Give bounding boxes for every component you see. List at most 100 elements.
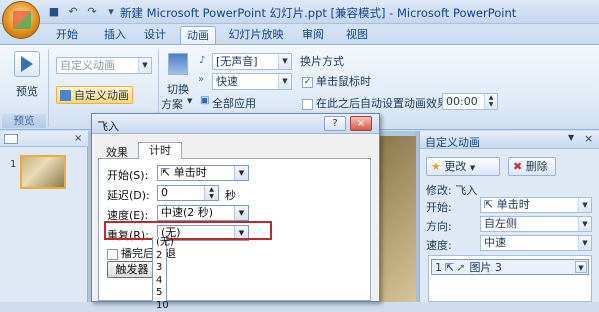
advance-title: 换片方式 xyxy=(300,53,344,69)
preview-group-label: 预览 xyxy=(2,114,46,128)
transition-scheme-icon[interactable] xyxy=(168,53,188,75)
mouse-icon: ⇱ xyxy=(161,166,170,179)
transition-scheme-button[interactable]: 方案 xyxy=(161,96,183,112)
delay-label: 延迟(D): xyxy=(107,187,150,203)
tab-insert[interactable]: 插入 xyxy=(100,26,130,44)
chevron-down-icon: ▼ xyxy=(138,58,151,73)
speed-combo-value: 中速 xyxy=(484,236,506,249)
direction-combo-value: 自左侧 xyxy=(484,217,517,230)
mouse-icon: ⇱ xyxy=(484,198,493,211)
tab-review[interactable]: 审阅 xyxy=(298,26,328,44)
advance-time-input[interactable]: 00:00 ▲▼ xyxy=(442,93,498,110)
speed-combo[interactable]: 中速 ▼ xyxy=(480,235,592,251)
start-combo-value: 单击时 xyxy=(497,198,530,211)
close-button[interactable]: × xyxy=(350,116,372,131)
on-click-checkbox[interactable]: ✓ xyxy=(302,77,313,88)
speed-icon: » xyxy=(198,74,204,85)
slides-tab-icon[interactable] xyxy=(4,134,18,144)
animation-list: 1 ⇱ ➚ 图片 3 ▼ xyxy=(428,255,592,302)
repeat-option[interactable]: 5 xyxy=(153,287,193,300)
chevron-down-icon: ▼ xyxy=(278,74,291,89)
custom-animation-icon xyxy=(60,90,71,101)
mouse-icon: ⇱ xyxy=(445,261,454,274)
rewind-checkbox[interactable] xyxy=(107,249,118,260)
repeat-option[interactable]: 4 xyxy=(153,275,193,288)
preview-button[interactable]: 预览 xyxy=(16,83,38,99)
title-bar: ■ ↶ ↷ ▾ 新建 Microsoft PowerPoint 幻灯片.ppt … xyxy=(0,0,599,24)
office-button[interactable] xyxy=(2,1,40,39)
on-click-option[interactable]: ✓单击鼠标时 xyxy=(302,73,371,89)
start-combo[interactable]: ⇱ 单击时 ▼ xyxy=(480,197,592,213)
animation-list-item[interactable]: 1 ⇱ ➚ 图片 3 ▼ xyxy=(431,259,589,275)
tab-home[interactable]: 开始 xyxy=(52,26,82,44)
dialog-title-bar: 飞入 ? × xyxy=(92,114,379,134)
repeat-dropdown-list: (无) 2 3 4 5 10 xyxy=(152,237,167,302)
start-select-value: 单击时 xyxy=(174,166,207,179)
chevron-down-icon: ▼ xyxy=(234,166,248,180)
apply-all-icon: ▣ xyxy=(200,95,209,106)
chevron-down-icon[interactable]: ▼ xyxy=(575,261,587,273)
quick-access-toolbar: ■ ↶ ↷ ▾ xyxy=(46,3,122,21)
remove-button[interactable]: ✖ 删除 xyxy=(508,157,556,176)
close-icon[interactable]: × xyxy=(584,132,593,145)
tab-view[interactable]: 视图 xyxy=(342,26,372,44)
modify-label: 修改: 飞入 xyxy=(426,182,477,198)
custom-animation-button[interactable]: 自定义动画 xyxy=(56,86,133,104)
group-divider xyxy=(48,49,49,127)
transition-speed-value: 快速 xyxy=(216,75,238,88)
slide-number: 1 xyxy=(10,159,16,170)
auto-advance-checkbox[interactable] xyxy=(302,99,313,110)
fly-in-icon: ➚ xyxy=(456,261,465,274)
advance-time-value: 00:00 xyxy=(446,95,478,108)
close-icon[interactable]: × xyxy=(74,133,82,144)
undo-icon[interactable]: ↶ xyxy=(65,4,81,20)
remove-button-label: 删除 xyxy=(526,160,548,173)
custom-animation-label: 自定义动画 xyxy=(74,87,129,103)
redo-icon[interactable]: ↷ xyxy=(84,4,100,20)
tab-animation[interactable]: 动画 xyxy=(180,26,216,44)
repeat-option[interactable]: 2 xyxy=(153,250,193,263)
apply-all-button[interactable]: 全部应用 xyxy=(212,95,256,111)
auto-advance-label: 在此之后自动设置动画效果: xyxy=(316,97,452,110)
chevron-down-icon: ▼ xyxy=(578,217,591,231)
animation-combo-value: 自定义动画 xyxy=(60,59,115,72)
speed-select[interactable]: 中速(2 秒) ▼ xyxy=(157,205,249,221)
tab-timing[interactable]: 计时 xyxy=(138,142,182,159)
star-icon: ★ xyxy=(431,160,441,173)
thumbnail-panel: × 1 xyxy=(0,131,88,302)
repeat-option[interactable]: (无) xyxy=(153,237,193,250)
office-logo-icon xyxy=(13,11,31,29)
repeat-option[interactable]: 3 xyxy=(153,262,193,275)
chevron-down-icon: ▼ xyxy=(578,236,591,250)
animation-combo[interactable]: 自定义动画 ▼ xyxy=(56,57,152,74)
sound-icon: ♪ xyxy=(199,55,205,66)
thumbnail-tabs: × xyxy=(0,131,88,147)
save-icon[interactable]: ■ xyxy=(46,4,62,20)
delay-input[interactable]: 0 ▲▼ xyxy=(157,185,219,201)
transition-sound-combo[interactable]: [无声音] ▼ xyxy=(212,53,292,70)
spinner-icon[interactable]: ▲▼ xyxy=(204,186,218,200)
task-pane-title: 自定义动画 xyxy=(425,134,480,150)
spinner-icon[interactable]: ▲▼ xyxy=(484,94,497,109)
auto-advance-option[interactable]: 在此之后自动设置动画效果: xyxy=(302,95,452,111)
tab-slideshow[interactable]: 幻灯片放映 xyxy=(226,26,286,44)
help-button[interactable]: ? xyxy=(324,116,346,131)
start-select[interactable]: ⇱ 单击时 ▼ xyxy=(157,165,249,181)
dialog-title: 飞入 xyxy=(97,118,119,134)
trigger-button[interactable]: 触发器 xyxy=(107,261,157,278)
animation-order: 1 xyxy=(435,261,442,274)
repeat-option[interactable]: 10 xyxy=(153,300,193,312)
chevron-down-icon: ▼ xyxy=(470,164,475,172)
transition-speed-combo[interactable]: 快速 ▼ xyxy=(212,73,292,90)
animation-item-label: 图片 3 xyxy=(469,259,502,275)
custom-animation-pane: 自定义动画 ▼ × ★ 更改 ▼ ✖ 删除 修改: 飞入 开始: ⇱ 单击时 ▼… xyxy=(419,131,599,302)
pane-options-icon[interactable]: ▼ xyxy=(568,133,574,142)
tab-design[interactable]: 设计 xyxy=(140,26,170,44)
customize-icon[interactable]: ▾ xyxy=(103,4,119,20)
slide-thumbnail[interactable] xyxy=(20,155,66,189)
task-pane-header: 自定义动画 ▼ × xyxy=(420,131,599,149)
direction-combo[interactable]: 自左侧 ▼ xyxy=(480,216,592,232)
remove-icon: ✖ xyxy=(513,160,522,173)
preview-icon[interactable] xyxy=(14,51,40,77)
change-button[interactable]: ★ 更改 ▼ xyxy=(426,157,500,176)
